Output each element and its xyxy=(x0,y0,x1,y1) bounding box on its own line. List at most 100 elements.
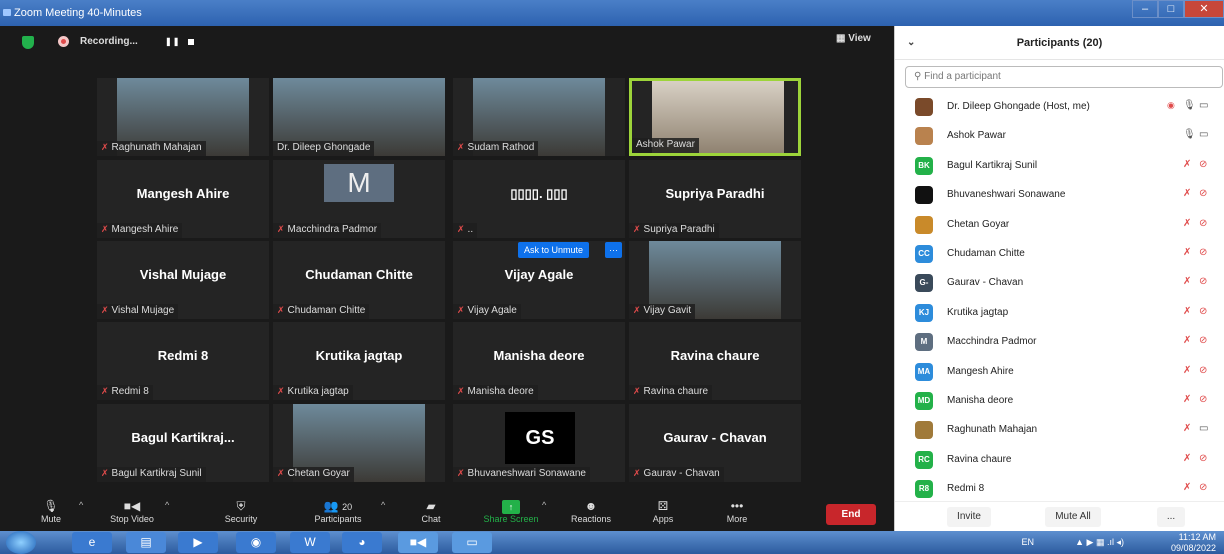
panel-more-button[interactable]: ... xyxy=(1157,507,1185,527)
zoom-taskbar-icon[interactable]: ■◀ xyxy=(398,532,438,553)
participants-button[interactable]: 👥 20 Participants xyxy=(306,498,370,524)
tray-icons[interactable]: ▲ ▶ ▦ .ıl ◂) xyxy=(1075,537,1124,548)
participant-row[interactable]: RC Ravina chaure ✗ ⊘ xyxy=(895,445,1224,474)
video-camera-icon: ▭ xyxy=(1199,129,1209,141)
participant-display-name: Gaurav - Chavan xyxy=(663,430,767,445)
video-off-icon: ⊘ xyxy=(1199,158,1208,170)
participant-name-text: Supriya Paradhi xyxy=(643,224,715,235)
video-tile[interactable]: Ravina chaure ✗ Ravina chaure xyxy=(629,322,801,400)
apps-button[interactable]: ⚄ Apps xyxy=(646,498,680,524)
participant-row[interactable]: MD Manisha deore ✗ ⊘ xyxy=(895,386,1224,415)
video-tile[interactable]: Supriya Paradhi ✗ Supriya Paradhi xyxy=(629,160,801,238)
minimize-button[interactable]: ‒ xyxy=(1132,0,1158,18)
chrome-icon[interactable]: ◉ xyxy=(236,532,276,553)
video-tile[interactable]: M ✗ Macchindra Padmor xyxy=(273,160,445,238)
participant-row[interactable]: BK Bagul Kartikraj Sunil ✗ ⊘ xyxy=(895,151,1224,180)
firefox-icon[interactable]: ◕ xyxy=(342,532,382,553)
participant-name-text: Redmi 8 xyxy=(111,386,149,397)
chat-button[interactable]: ▰ Chat xyxy=(414,498,448,524)
end-meeting-button[interactable]: End xyxy=(826,504,876,525)
stop-recording-button[interactable] xyxy=(188,39,194,45)
video-tile[interactable]: Mangesh Ahire ✗ Mangesh Ahire xyxy=(97,160,269,238)
maximize-button[interactable]: □ xyxy=(1158,0,1184,18)
share-screen-button[interactable]: ↑ Share Screen xyxy=(476,498,546,524)
participant-row[interactable]: MA Mangesh Ahire ✗ ⊘ xyxy=(895,357,1224,386)
mute-button[interactable]: 🎙 Mute xyxy=(30,498,72,524)
muted-mic-icon: ✗ xyxy=(277,386,285,396)
video-tile[interactable]: ✗ Chetan Goyar xyxy=(273,404,445,482)
file-explorer-icon[interactable]: ▤ xyxy=(126,532,166,553)
muted-mic-icon: ✗ xyxy=(1183,364,1192,376)
participant-row[interactable]: KJ Krutika jagtap ✗ ⊘ xyxy=(895,298,1224,327)
video-tile[interactable]: ▯▯▯▯. ▯▯▯ ✗.. xyxy=(453,160,625,238)
video-tile[interactable]: Manisha deore ✗ Manisha deore xyxy=(453,322,625,400)
participant-avatar: MA xyxy=(915,362,933,381)
participant-row[interactable]: Bhuvaneshwari Sonawane ✗ ⊘ xyxy=(895,180,1224,209)
tile-more-button[interactable]: ··· xyxy=(605,242,622,258)
participant-row[interactable]: R8 Redmi 8 ✗ ⊘ xyxy=(895,474,1224,503)
video-tile[interactable]: ✗ Raghunath Mahajan xyxy=(97,78,269,156)
participant-display-name: Redmi 8 xyxy=(157,348,209,363)
more-button[interactable]: ••• More xyxy=(720,498,754,524)
internet-explorer-icon[interactable]: e xyxy=(72,532,112,553)
word-icon[interactable]: W xyxy=(290,532,330,553)
participant-row[interactable]: Chetan Goyar ✗ ⊘ xyxy=(895,210,1224,239)
language-indicator[interactable]: EN xyxy=(1021,537,1034,547)
clock-time[interactable]: 11:12 AM xyxy=(1179,532,1216,542)
participant-avatar: R8 xyxy=(915,480,933,499)
encryption-shield-icon[interactable] xyxy=(22,36,34,49)
audio-options-caret-icon[interactable]: ^ xyxy=(79,500,83,510)
video-tile[interactable]: Krutika jagtap ✗ Krutika jagtap xyxy=(273,322,445,400)
participant-row[interactable]: Dr. Dileep Ghongade (Host, me) ◉ 🎙 ▭ xyxy=(895,92,1224,121)
participant-avatar xyxy=(915,186,933,205)
video-tile[interactable]: Chudaman Chitte ✗ Chudaman Chitte xyxy=(273,241,445,319)
video-tile[interactable]: Bagul Kartikraj... ✗ Bagul Kartikraj Sunil xyxy=(97,404,269,482)
window-switch-icon[interactable]: ▭ xyxy=(452,532,492,553)
participant-name: Raghunath Mahajan xyxy=(947,424,1038,436)
video-tile[interactable]: Dr. Dileep Ghongade xyxy=(273,78,445,156)
participant-row[interactable]: G- Gaurav - Chavan ✗ ⊘ xyxy=(895,268,1224,297)
participant-row[interactable]: M Macchindra Padmor ✗ ⊘ xyxy=(895,327,1224,356)
invite-button[interactable]: Invite xyxy=(947,507,991,527)
muted-mic-icon: ✗ xyxy=(1183,305,1192,317)
video-tile[interactable]: Vishal Mujage ✗ Vishal Mujage xyxy=(97,241,269,319)
video-tile[interactable]: Redmi 8 ✗ Redmi 8 xyxy=(97,322,269,400)
participant-name-text: Chetan Goyar xyxy=(287,468,350,479)
muted-mic-icon: ✗ xyxy=(101,468,109,478)
media-player-icon[interactable]: ▶ xyxy=(178,532,218,553)
video-tile[interactable]: Gaurav - Chavan ✗ Gaurav - Chavan xyxy=(629,404,801,482)
participant-row[interactable]: Ashok Pawar 🎙 ▭ xyxy=(895,121,1224,150)
security-button[interactable]: ⛨ Security xyxy=(216,498,266,524)
video-options-caret-icon[interactable]: ^ xyxy=(165,500,169,510)
muted-mic-icon: ✗ xyxy=(633,224,641,234)
participant-search-input[interactable]: ⚲ Find a participant xyxy=(905,66,1223,88)
stop-video-button[interactable]: ■◀ Stop Video xyxy=(100,498,164,524)
mute-all-button[interactable]: Mute All xyxy=(1045,507,1101,527)
view-button[interactable]: ▦ View xyxy=(836,33,871,44)
video-tile[interactable]: ✗ Vijay Gavit xyxy=(629,241,801,319)
recording-icon xyxy=(58,36,69,47)
share-screen-icon: ↑ xyxy=(502,500,520,514)
participant-name: Bhuvaneshwari Sonawane xyxy=(947,189,1066,201)
collapse-chevron-icon[interactable]: ⌄ xyxy=(907,26,915,60)
share-options-caret-icon[interactable]: ^ xyxy=(542,500,546,510)
reactions-button[interactable]: ☻ Reactions xyxy=(563,498,619,524)
participant-row[interactable]: CC Chudaman Chitte ✗ ⊘ xyxy=(895,239,1224,268)
search-placeholder: Find a participant xyxy=(924,71,1001,82)
participant-name: Gaurav - Chavan xyxy=(947,277,1024,289)
participant-row[interactable]: Raghunath Mahajan ✗ ▭ xyxy=(895,415,1224,444)
clock-date[interactable]: 09/08/2022 xyxy=(1171,543,1216,553)
recording-status: Recording... xyxy=(80,36,138,47)
video-tile[interactable]: GS ✗ Bhuvaneshwari Sonawane xyxy=(453,404,625,482)
start-button-icon[interactable] xyxy=(6,531,36,554)
video-tile[interactable]: Ashok Pawar xyxy=(629,78,801,156)
muted-mic-icon: ✗ xyxy=(1183,246,1192,258)
muted-mic-icon: ✗ xyxy=(1183,423,1192,435)
participants-options-caret-icon[interactable]: ^ xyxy=(381,500,385,510)
ask-to-unmute-button[interactable]: Ask to Unmute xyxy=(518,242,590,258)
pause-recording-button[interactable]: ❚❚ xyxy=(165,37,180,46)
window-title: Zoom Meeting 40-Minutes xyxy=(14,7,142,19)
video-tile[interactable]: ✗ Sudam Rathod xyxy=(453,78,625,156)
participant-display-name: Bagul Kartikraj... xyxy=(131,430,235,445)
close-button[interactable]: ✕ xyxy=(1184,0,1224,18)
